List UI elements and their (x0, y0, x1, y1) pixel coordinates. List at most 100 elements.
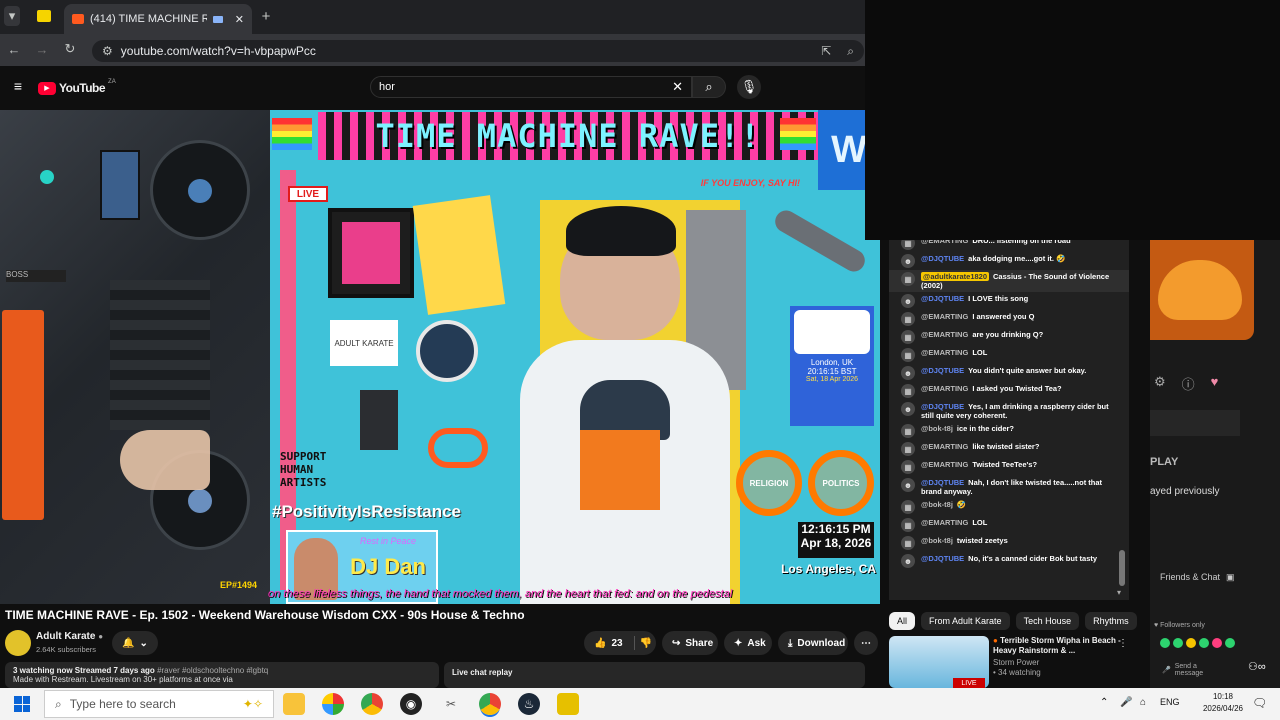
chip-all[interactable]: All (889, 612, 916, 630)
settings-icon[interactable]: ⚙ (1154, 374, 1166, 394)
chat-avatar-icon[interactable]: ☻ (901, 294, 915, 308)
recommended-thumbnail[interactable]: LIVE (889, 636, 989, 688)
notifications-button[interactable]: 🔔 ⌄ (112, 631, 158, 655)
obs-icon[interactable]: ◉ (400, 693, 422, 715)
chat-avatar-icon[interactable]: ▦ (901, 384, 915, 398)
like-icon[interactable]: 👍 (594, 638, 606, 649)
chat-avatar-icon[interactable]: ☻ (901, 254, 915, 268)
send-message-input[interactable]: 🎤 Send a message (1162, 658, 1226, 682)
install-icon[interactable]: ⇱ (821, 44, 831, 58)
tray-chevron-icon[interactable]: ⌃ (1100, 697, 1114, 711)
heart-icon[interactable]: ♥ (1211, 374, 1219, 394)
chat-avatar-icon[interactable]: ▦ (901, 442, 915, 456)
tab-youtube[interactable]: (414) TIME MACHINE RAVE ✕ (64, 4, 252, 34)
chat-author[interactable]: @bok-t8j (921, 536, 953, 545)
share-button[interactable]: ↪ Share (662, 631, 718, 655)
chat-author[interactable]: @EMARTING (921, 312, 968, 321)
chat-avatar-icon[interactable]: ▦ (901, 536, 915, 550)
chat-avatar-icon[interactable]: ☻ (901, 366, 915, 380)
zoom-icon[interactable]: ⌕ (847, 44, 854, 59)
folder-icon[interactable] (37, 10, 51, 22)
forward-icon[interactable]: → (34, 41, 50, 57)
chat-avatar-icon[interactable]: ▦ (901, 272, 915, 286)
reload-icon[interactable]: ↻ (62, 41, 78, 57)
chat-avatar-icon[interactable]: ▦ (901, 312, 915, 326)
voice-search-icon[interactable]: 🎙 (737, 75, 761, 99)
scroll-down-icon[interactable]: ▾ (1117, 588, 1127, 598)
new-tab-icon[interactable]: + (258, 8, 274, 25)
chat-author[interactable]: @DJQTUBE (921, 402, 964, 411)
recommended-info[interactable]: ● Terrible Storm Wipha in Beach - Heavy … (993, 636, 1125, 688)
chat-author[interactable]: @DJQTUBE (921, 478, 964, 487)
notification-icon[interactable]: 🗨 (1252, 696, 1268, 712)
site-info-icon[interactable]: ⚙ (102, 44, 113, 58)
chat-author[interactable]: @EMARTING (921, 348, 968, 357)
chip-rhythms[interactable]: Rhythms (1085, 612, 1137, 630)
chat-author[interactable]: @DJQTUBE (921, 254, 964, 263)
chat-avatar-icon[interactable]: ☻ (901, 478, 915, 492)
menu-icon[interactable]: ≡ (10, 78, 26, 94)
share-screen-icon[interactable]: ⚇∞ (1248, 660, 1276, 678)
ask-button[interactable]: ✦ Ask (724, 631, 772, 655)
video-player[interactable]: BOSS TIME MACHINE RAVE!! W LIVE IF YOU E… (0, 110, 880, 604)
chip-from-adult-karate[interactable]: From Adult Karate (921, 612, 1010, 630)
chat-author[interactable]: @DJQTUBE (921, 294, 964, 303)
language-indicator[interactable]: ENG (1160, 697, 1184, 711)
taskbar-search-box[interactable]: ⌕ Type here to search ✦✧ (44, 690, 274, 718)
photos-app-icon[interactable] (322, 693, 344, 715)
network-icon[interactable]: ⌂ (1140, 697, 1154, 711)
steam-icon[interactable]: ♨ (518, 693, 540, 715)
like-count[interactable]: 23 (611, 638, 622, 649)
chat-author[interactable]: @EMARTING (921, 330, 968, 339)
address-bar[interactable]: ⚙ youtube.com/watch?v=h-vbpapwPcc ⇱ ⌕ (92, 40, 864, 62)
clear-search-icon[interactable]: ✕ (672, 79, 683, 95)
empty-screen-region (865, 0, 1280, 240)
chat-scrollbar[interactable] (1119, 550, 1125, 586)
dislike-icon[interactable]: 👎 (640, 638, 652, 649)
emote-row[interactable] (1160, 638, 1276, 654)
chat-author[interactable]: @EMARTING (921, 460, 968, 469)
youtube-logo[interactable]: ▶ YouTube ZA (38, 79, 128, 97)
chat-avatar-icon[interactable]: ▦ (901, 460, 915, 474)
chrome-icon[interactable] (361, 693, 383, 715)
download-button[interactable]: ⤓ Download (778, 631, 848, 655)
chat-author[interactable]: @EMARTING (921, 518, 968, 527)
chat-avatar-icon[interactable]: ☻ (901, 402, 915, 416)
chip-tech-house[interactable]: Tech House (1015, 612, 1080, 630)
chat-author[interactable]: @EMARTING (921, 384, 968, 393)
chat-avatar-icon[interactable]: ▦ (901, 330, 915, 344)
start-icon[interactable] (14, 696, 30, 712)
chat-author[interactable]: @DJQTUBE (921, 554, 964, 563)
recommended-more-icon[interactable]: ⋮ (1118, 638, 1130, 650)
chat-avatar-icon[interactable]: ▦ (901, 424, 915, 438)
more-actions-icon[interactable]: ⋯ (854, 631, 878, 655)
chat-avatar-icon[interactable]: ▦ (901, 500, 915, 514)
chat-author[interactable]: @bok-t8j (921, 424, 953, 433)
friends-chat-button[interactable]: Friends & Chat ▣ (1160, 572, 1272, 586)
hashtags[interactable]: #raver #oldschooltechno #lgbtq (157, 666, 268, 675)
chat-author[interactable]: @EMARTING (921, 240, 968, 245)
file-explorer-icon[interactable] (283, 693, 305, 715)
tab-search-icon[interactable]: ▾ (4, 6, 20, 26)
chat-avatar-icon[interactable]: ☻ (901, 554, 915, 568)
chat-author[interactable]: @adultkarate1820 (921, 272, 990, 281)
search-input[interactable]: hor ✕ (370, 76, 692, 98)
chat-avatar-icon[interactable]: ▦ (901, 348, 915, 362)
info-icon[interactable]: ⓘ (1182, 374, 1195, 394)
back-icon[interactable]: ← (6, 41, 22, 57)
tab-close-icon[interactable]: ✕ (235, 13, 244, 26)
chrome-active-icon[interactable] (479, 693, 501, 715)
tray-mic-icon[interactable]: 🎤 (1120, 697, 1134, 711)
chat-author[interactable]: @EMARTING (921, 442, 968, 451)
chat-avatar-icon[interactable]: ▦ (901, 240, 915, 250)
channel-avatar[interactable] (5, 630, 31, 656)
chat-author[interactable]: @bok-t8j (921, 500, 953, 509)
chat-author[interactable]: @DJQTUBE (921, 366, 964, 375)
game-app-icon[interactable] (557, 693, 579, 715)
clock[interactable]: 10:18 2026/04/26 (1196, 691, 1250, 717)
live-chat-replay-header[interactable]: Live chat replay (444, 662, 865, 688)
search-button[interactable]: ⌕ (692, 76, 726, 98)
chat-avatar-icon[interactable]: ▦ (901, 518, 915, 532)
description-box[interactable]: 3 watching now Streamed 7 days ago #rave… (5, 662, 439, 688)
snipping-tool-icon[interactable]: ✂ (440, 693, 462, 715)
